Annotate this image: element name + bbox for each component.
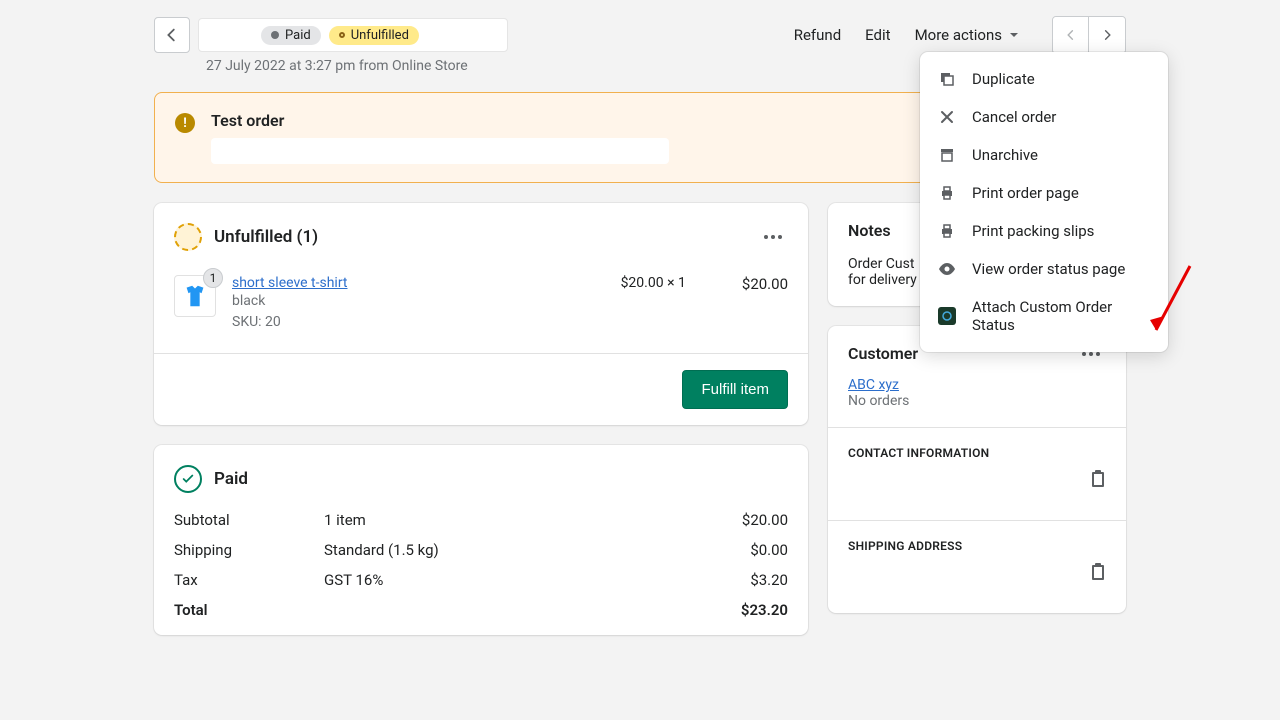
paid-status-icon [174, 465, 202, 493]
customer-order-count: No orders [848, 393, 1106, 409]
pager-next[interactable] [1089, 17, 1125, 53]
dd-cancel-label: Cancel order [972, 108, 1056, 126]
product-title-link[interactable]: short sleeve t-shirt [232, 275, 348, 291]
more-actions-dropdown: Duplicate Cancel order Unarchive Print o… [920, 52, 1168, 352]
app-icon [938, 307, 956, 325]
dot-icon [271, 31, 279, 39]
pager-prev[interactable] [1053, 17, 1089, 53]
ring-icon [339, 32, 345, 38]
fulfillment-menu[interactable] [758, 229, 788, 245]
unfulfilled-status-icon [174, 223, 202, 251]
clipboard-icon[interactable] [1090, 563, 1106, 581]
back-button[interactable] [154, 17, 190, 53]
check-icon [181, 472, 195, 486]
row-tax: Tax GST 16% $3.20 [154, 565, 808, 595]
print-icon [938, 184, 956, 202]
row-subtotal: Subtotal 1 item $20.00 [154, 505, 808, 535]
caret-down-icon [1008, 29, 1020, 41]
clipboard-icon[interactable] [1090, 470, 1106, 488]
dd-cancel[interactable]: Cancel order [920, 98, 1168, 136]
banner-body-placeholder [211, 138, 669, 164]
chevron-right-icon [1100, 28, 1114, 42]
line-item: 1 short sleeve t-shirt black SKU: 20 $20… [154, 255, 808, 353]
dd-duplicate-label: Duplicate [972, 70, 1035, 88]
dd-print-slips-label: Print packing slips [972, 222, 1094, 240]
dd-print-slips[interactable]: Print packing slips [920, 212, 1168, 250]
dd-view-status[interactable]: View order status page [920, 250, 1168, 288]
dd-unarchive[interactable]: Unarchive [920, 136, 1168, 174]
badge-unfulfilled-label: Unfulfilled [351, 28, 409, 43]
product-thumbnail: 1 [174, 275, 216, 317]
order-pager [1052, 16, 1126, 54]
warning-icon: ! [175, 113, 195, 133]
customer-name-link[interactable]: ABC xyz [848, 377, 899, 393]
unarchive-icon [938, 146, 956, 164]
order-header: Paid Unfulfilled Refund Edit More action… [154, 16, 1126, 54]
print-icon [938, 222, 956, 240]
chevron-left-icon [1064, 28, 1078, 42]
product-sku: SKU: 20 [232, 312, 605, 333]
product-variant: black [232, 291, 605, 312]
fulfillment-title: Unfulfilled (1) [214, 227, 318, 247]
more-actions-button[interactable]: More actions [915, 26, 1020, 44]
payment-title: Paid [214, 469, 248, 489]
duplicate-icon [938, 70, 956, 88]
contact-info-heading: CONTACT INFORMATION [848, 446, 1106, 460]
edit-action[interactable]: Edit [865, 26, 890, 44]
more-actions-label: More actions [915, 26, 1002, 44]
payment-card: Paid Subtotal 1 item $20.00 Shipping Sta… [154, 445, 808, 635]
fulfill-item-button[interactable]: Fulfill item [682, 370, 788, 409]
close-icon [938, 108, 956, 126]
badge-unfulfilled: Unfulfilled [329, 26, 419, 45]
row-shipping: Shipping Standard (1.5 kg) $0.00 [154, 535, 808, 565]
tshirt-icon [181, 282, 209, 310]
customer-title: Customer [848, 344, 918, 363]
row-total: Total $23.20 [154, 595, 808, 625]
dd-unarchive-label: Unarchive [972, 146, 1038, 164]
badge-paid-label: Paid [285, 28, 311, 43]
eye-icon [938, 260, 956, 278]
customer-card: Customer ABC xyz No orders CONTACT INFOR… [828, 326, 1126, 613]
arrow-left-icon [163, 26, 181, 44]
qty-badge: 1 [203, 268, 223, 288]
refund-action[interactable]: Refund [794, 26, 841, 44]
dd-duplicate[interactable]: Duplicate [920, 60, 1168, 98]
line-total: $20.00 [742, 275, 788, 293]
badge-paid: Paid [261, 26, 321, 45]
dd-print-order-label: Print order page [972, 184, 1079, 202]
dd-attach-custom[interactable]: Attach Custom Order Status [920, 288, 1168, 344]
line-unit-price: $20.00 × 1 [621, 275, 726, 291]
fulfillment-card: Unfulfilled (1) 1 short sleeve t-shirt b… [154, 203, 808, 425]
shipping-address-heading: SHIPPING ADDRESS [848, 539, 1106, 553]
dd-attach-custom-label: Attach Custom Order Status [972, 298, 1150, 334]
dd-print-order[interactable]: Print order page [920, 174, 1168, 212]
dd-view-status-label: View order status page [972, 260, 1125, 278]
order-title-block: Paid Unfulfilled [198, 18, 508, 52]
